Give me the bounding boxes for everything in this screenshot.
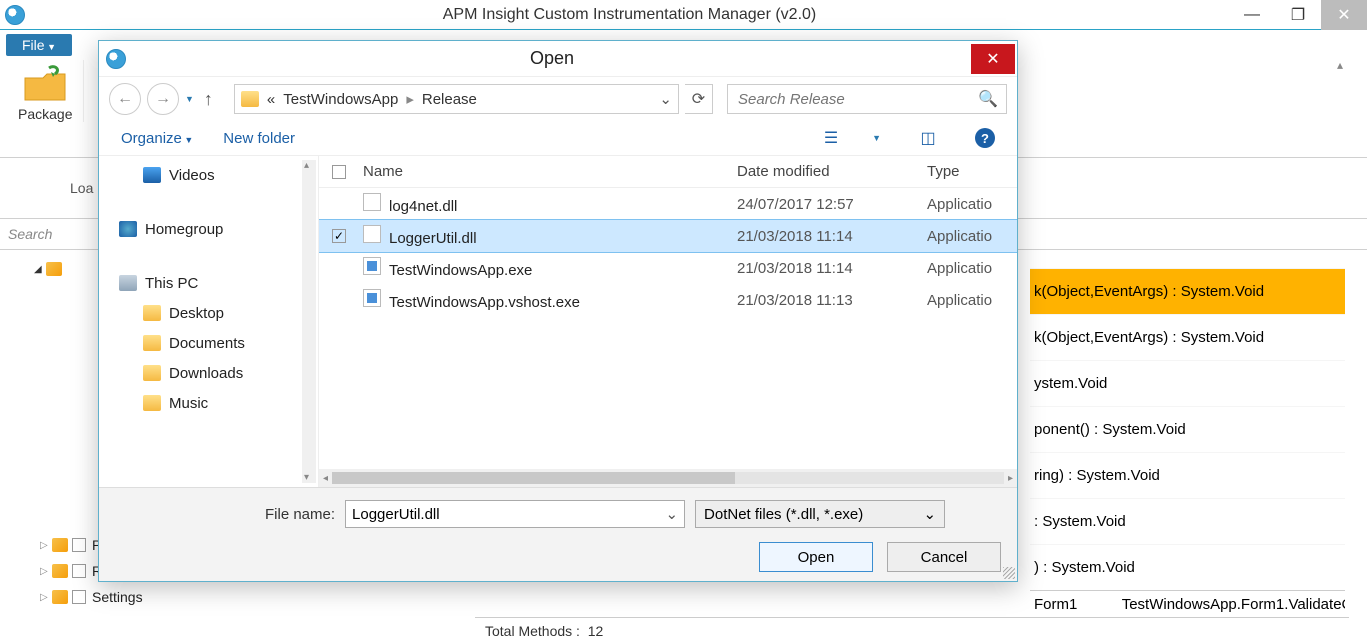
folder-icon: [241, 91, 259, 107]
cancel-button[interactable]: Cancel: [887, 542, 1001, 572]
file-name: log4net.dll: [389, 198, 457, 215]
app-title: APM Insight Custom Instrumentation Manag…: [30, 6, 1229, 24]
nav-item-this-pc[interactable]: This PC: [119, 268, 318, 298]
open-file-dialog: Open ✕ ← → ▼ ↑ « TestWindowsApp ▸ Releas…: [98, 40, 1018, 582]
breadcrumb-seg[interactable]: TestWindowsApp: [283, 91, 398, 108]
nav-item-music[interactable]: Music: [119, 388, 318, 418]
nav-item-homegroup[interactable]: Homegroup: [119, 214, 318, 244]
file-list: Name Date modified Type log4net.dll 24/07…: [319, 156, 1017, 487]
exe-icon: [363, 289, 381, 307]
file-date: 21/03/2018 11:14: [737, 228, 927, 245]
resize-grip[interactable]: [1003, 567, 1015, 579]
total-methods-label: Total Methods :: [485, 623, 580, 639]
breadcrumb-seg[interactable]: Release: [422, 91, 477, 108]
tree-node[interactable]: ▷Settings: [0, 584, 380, 610]
file-name: LoggerUtil.dll: [389, 230, 477, 247]
nav-scrollbar[interactable]: [302, 160, 316, 483]
file-row[interactable]: LoggerUtil.dll 21/03/2018 11:14Applicatio: [319, 220, 1017, 252]
file-date: 24/07/2017 12:57: [737, 196, 927, 213]
dll-icon: [363, 225, 381, 243]
file-name-label: File name:: [115, 506, 335, 523]
search-box[interactable]: 🔍: [727, 84, 1007, 114]
refresh-button[interactable]: ⟳: [685, 84, 713, 114]
app-icon: [0, 0, 30, 30]
file-date: 21/03/2018 11:13: [737, 292, 927, 309]
dialog-toolbar: Organize New folder ☰ ▼ ◫ ?: [99, 121, 1017, 155]
file-menu[interactable]: File: [6, 34, 72, 56]
dialog-icon: [99, 49, 133, 69]
history-dropdown-icon[interactable]: ▼: [185, 94, 194, 104]
file-date: 21/03/2018 11:14: [737, 260, 927, 277]
close-button[interactable]: ✕: [1321, 0, 1367, 30]
file-type: Applicatio: [927, 228, 1017, 245]
preview-pane-icon[interactable]: ◫: [917, 128, 939, 148]
method-row[interactable]: : System.Void: [1030, 498, 1345, 544]
search-input[interactable]: [736, 90, 978, 109]
col-type[interactable]: Type: [927, 163, 1017, 180]
file-row[interactable]: TestWindowsApp.vshost.exe 21/03/2018 11:1…: [319, 284, 1017, 316]
search-icon: 🔍: [978, 89, 998, 109]
method-row[interactable]: ponent() : System.Void: [1030, 406, 1345, 452]
file-name: TestWindowsApp.vshost.exe: [389, 294, 580, 311]
method-list: k(Object,EventArgs) : System.Void k(Obje…: [1030, 268, 1345, 618]
file-row[interactable]: log4net.dll 24/07/2017 12:57Applicatio: [319, 188, 1017, 220]
nav-item-desktop[interactable]: Desktop: [119, 298, 318, 328]
nav-item-documents[interactable]: Documents: [119, 328, 318, 358]
dialog-nav: ← → ▼ ↑ « TestWindowsApp ▸ Release ⌄ ⟳ 🔍: [99, 77, 1017, 121]
file-type: Applicatio: [927, 292, 1017, 309]
file-type-filter[interactable]: DotNet files (*.dll, *.exe)⌄: [695, 500, 945, 528]
method-row[interactable]: Form1 TestWindowsApp.Form1.ValidateCerti…: [1030, 590, 1345, 618]
package-label: Package: [18, 106, 71, 122]
nav-item-downloads[interactable]: Downloads: [119, 358, 318, 388]
filename-dropdown-icon[interactable]: ⌄: [665, 505, 678, 523]
package-icon[interactable]: [21, 64, 69, 104]
dll-icon: [363, 193, 381, 211]
nav-item-videos[interactable]: Videos: [119, 160, 318, 190]
search-placeholder[interactable]: Search: [8, 226, 52, 242]
minimize-button[interactable]: —: [1229, 0, 1275, 30]
method-row[interactable]: k(Object,EventArgs) : System.Void: [1030, 268, 1345, 314]
dialog-close-button[interactable]: ✕: [971, 44, 1015, 74]
method-row[interactable]: ring) : System.Void: [1030, 452, 1345, 498]
address-bar[interactable]: « TestWindowsApp ▸ Release ⌄: [234, 84, 679, 114]
new-folder-button[interactable]: New folder: [223, 130, 295, 147]
method-row[interactable]: k(Object,EventArgs) : System.Void: [1030, 314, 1345, 360]
maximize-button[interactable]: ❐: [1275, 0, 1321, 30]
nav-pane: Videos Homegroup This PC Desktop Documen…: [99, 156, 319, 487]
select-all-checkbox[interactable]: [332, 165, 346, 179]
dialog-titlebar: Open ✕: [99, 41, 1017, 77]
col-date[interactable]: Date modified: [737, 163, 927, 180]
file-type: Applicatio: [927, 260, 1017, 277]
total-methods-count: 12: [588, 623, 604, 639]
up-button[interactable]: ↑: [204, 89, 224, 110]
open-button[interactable]: Open: [759, 542, 873, 572]
pin-icon[interactable]: ▴: [1337, 58, 1343, 72]
breadcrumb-sep: ▸: [406, 90, 414, 108]
file-row[interactable]: TestWindowsApp.exe 21/03/2018 11:14Applic…: [319, 252, 1017, 284]
breadcrumb-prefix: «: [267, 91, 275, 108]
help-icon[interactable]: ?: [975, 128, 995, 148]
view-dropdown-icon[interactable]: ▼: [872, 133, 881, 143]
view-options-icon[interactable]: ☰: [820, 128, 842, 148]
status-bar: Total Methods : 12: [475, 617, 1349, 643]
filter-dropdown-icon[interactable]: ⌄: [923, 505, 936, 523]
file-name-input[interactable]: LoggerUtil.dll⌄: [345, 500, 685, 528]
method-row[interactable]: ) : System.Void: [1030, 544, 1345, 590]
method-row[interactable]: ystem.Void: [1030, 360, 1345, 406]
file-type: Applicatio: [927, 196, 1017, 213]
exe-icon: [363, 257, 381, 275]
dialog-title: Open: [133, 48, 971, 69]
file-list-header: Name Date modified Type: [319, 156, 1017, 188]
col-name[interactable]: Name: [359, 163, 737, 180]
forward-button[interactable]: →: [147, 83, 179, 115]
dialog-bottom: File name: LoggerUtil.dll⌄ DotNet files …: [99, 487, 1017, 581]
app-titlebar: APM Insight Custom Instrumentation Manag…: [0, 0, 1367, 30]
load-label: Loa: [70, 180, 93, 196]
file-checkbox[interactable]: [332, 229, 346, 243]
file-name: TestWindowsApp.exe: [389, 262, 532, 279]
back-button[interactable]: ←: [109, 83, 141, 115]
file-list-hscroll[interactable]: ◂▸: [319, 469, 1017, 487]
organize-menu[interactable]: Organize: [121, 130, 193, 147]
address-dropdown-icon[interactable]: ⌄: [659, 90, 672, 108]
